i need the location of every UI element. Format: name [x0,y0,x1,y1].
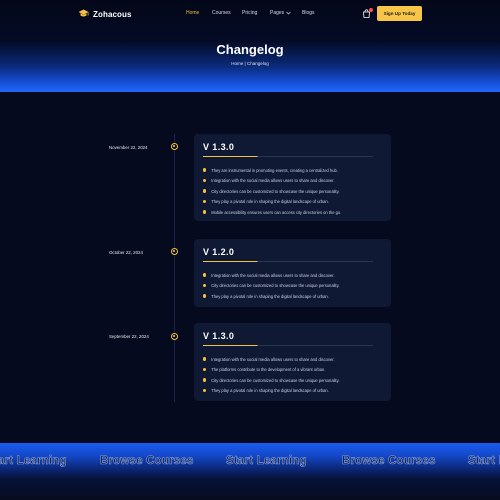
list-item: City directories can be customized to sh… [203,377,339,383]
change-text: City directories can be customized to sh… [211,188,340,194]
version-divider [203,156,373,157]
timeline-line [174,134,175,402]
bullet-dot [203,178,207,183]
entry-date: October 22, 2024 [109,250,143,255]
marquee-text: Browse Courses [342,455,436,468]
hero-section: Zohacous Home Courses Pricing Pages Blog… [0,0,500,92]
marquee-text: Browse Courses [100,455,194,468]
list-item: They play a pivotal role in shaping the … [203,293,329,299]
list-item: City directories can be customized to sh… [203,188,339,194]
list-item: Integration with the social media allows… [203,356,335,362]
bullet-dot [203,388,207,393]
breadcrumb: Home | Changelog [0,61,500,66]
graduation-cap-icon [78,9,89,17]
cart-button[interactable] [362,8,373,19]
footer-background [0,479,500,500]
bullet-dot [203,367,207,372]
changelog-card: V 1.2.0 Integration with the social medi… [194,239,391,307]
bullet-dot [203,199,207,204]
chevron-down-icon [286,11,291,15]
list-item: City directories can be customized to sh… [203,283,339,289]
change-text: Integration with the social media allows… [211,178,335,183]
marquee-text: Start Learning [0,455,67,468]
marquee-band: Start Learning Browse Courses Start Lear… [0,443,500,479]
version-label: V 1.3.0 [203,331,235,341]
bullet-dot [203,378,207,382]
top-navbar: Zohacous Home Courses Pricing Pages Blog… [0,0,500,28]
change-text: The platforms contribute to the developm… [211,367,326,372]
breadcrumb-home[interactable]: Home [231,61,243,66]
bullet-dot [203,357,207,361]
nav-item-blogs[interactable]: Blogs [302,10,315,16]
nav-item-pages[interactable]: Pages [270,10,291,16]
change-text: City directories can be customized to sh… [211,283,340,288]
list-item: The platforms contribute to the developm… [203,367,325,373]
marquee-text: Start Learning [226,455,307,468]
list-item: They are instrumental in promoting event… [203,167,338,173]
changelog-card: V 1.3.0 They are instrumental in promoti… [194,134,391,221]
list-item: Integration with the social media allows… [203,272,335,278]
timeline-dot [171,333,178,340]
change-text: They play a pivotal role in shaping the … [211,293,329,299]
cart-badge [369,8,373,12]
list-item: Integration with the social media allows… [203,178,335,184]
bullet-dot [203,294,207,298]
bullet-dot [203,273,207,277]
entry-date: September 22, 2024 [109,334,149,339]
change-text: They play a pivotal role in shaping the … [211,388,329,393]
marquee-text: Start Learning [468,455,500,468]
logo[interactable]: Zohacous [78,8,132,20]
bullet-dot [203,168,207,172]
nav-item-courses[interactable]: Courses [212,10,231,16]
nav-item-pricing[interactable]: Pricing [242,10,257,16]
bullet-dot [203,189,207,193]
change-text: Mobile accessibility ensures users can a… [211,209,342,215]
bullet-dot [203,283,207,288]
timeline-dot [171,248,178,255]
version-divider [203,261,373,262]
version-label: V 1.3.0 [203,142,235,152]
change-text: Integration with the social media allows… [211,356,335,362]
change-text: City directories can be customized to sh… [211,377,340,383]
version-divider [203,345,373,346]
timeline-dot [171,143,178,150]
change-text: They play a pivotal role in shaping the … [211,199,329,204]
changelog-card: V 1.3.0 Integration with the social medi… [194,323,391,401]
page-title: Changelog [216,42,284,57]
sign-up-button[interactable]: Sign Up Today [377,6,422,21]
list-item: They play a pivotal role in shaping the … [203,199,329,205]
version-label: V 1.2.0 [203,247,235,257]
breadcrumb-current: Changelog [246,61,269,66]
nav-item-pages-label: Pages [270,10,285,16]
entry-date: November 22, 2024 [109,145,148,150]
brand-name: Zohacous [93,9,132,19]
list-item: They play a pivotal role in shaping the … [203,388,329,394]
nav-item-home[interactable]: Home [186,10,199,16]
change-text: Integration with the social media allows… [211,272,335,278]
list-item: Mobile accessibility ensures users can a… [203,209,341,215]
bullet-dot [203,210,207,214]
change-text: They are instrumental in promoting event… [211,167,338,173]
